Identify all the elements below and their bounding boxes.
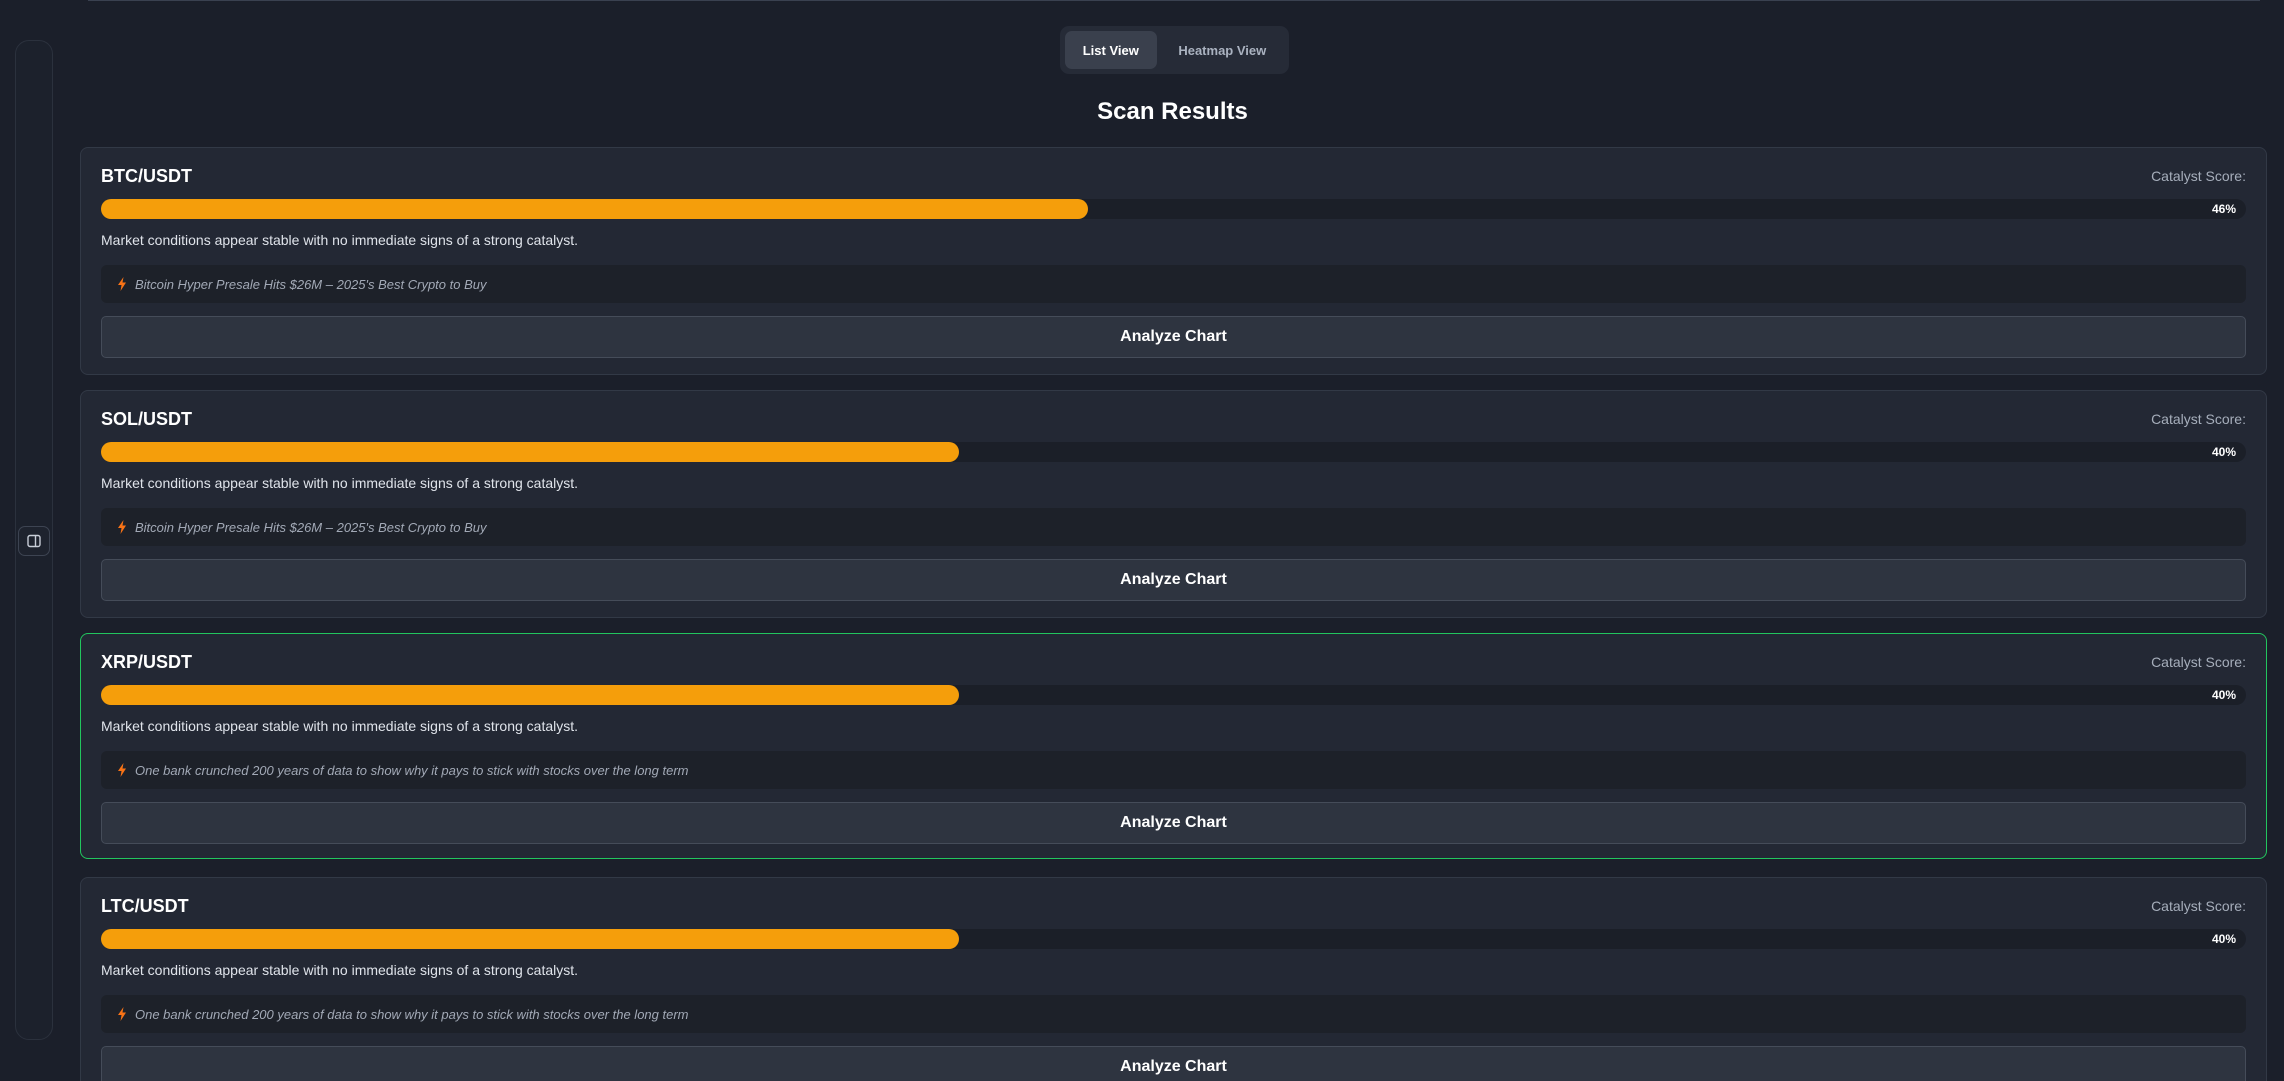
catalyst-score-percent: 40% [2211,688,2236,702]
result-card: SOL/USDT Catalyst Score: 40% Market cond… [80,390,2267,618]
news-headline-text: One bank crunched 200 years of data to s… [135,762,689,778]
sidebar [15,40,53,1040]
heatmap-view-tab[interactable]: Heatmap View [1161,31,1284,69]
pair-name: XRP/USDT [101,652,193,672]
top-divider [88,0,2260,1]
analyze-chart-button[interactable]: Analyze Chart [101,1046,2246,1081]
analyze-chart-button[interactable]: Analyze Chart [101,802,2246,844]
lightning-bolt-icon [118,277,126,291]
catalyst-score-percent: 40% [2211,445,2236,459]
lightning-bolt-icon [118,763,126,777]
pair-name: BTC/USDT [101,166,192,186]
result-card: LTC/USDT Catalyst Score: 40% Market cond… [80,877,2267,1081]
catalyst-score-fill [101,442,959,462]
page-title: Scan Results [1097,98,1248,125]
news-headline[interactable]: One bank crunched 200 years of data to s… [101,751,2246,789]
result-card: BTC/USDT Catalyst Score: 46% Market cond… [80,147,2267,375]
card-description: Market conditions appear stable with no … [101,232,579,248]
catalyst-score-label: Catalyst Score: [2151,168,2246,184]
pair-name: SOL/USDT [101,409,193,429]
catalyst-score-bar: 40% [101,929,2246,949]
catalyst-score-fill [101,199,1088,219]
pair-name: LTC/USDT [101,896,189,916]
lightning-bolt-icon [118,520,126,534]
catalyst-score-label: Catalyst Score: [2151,654,2246,670]
catalyst-score-bar: 40% [101,685,2246,705]
card-description: Market conditions appear stable with no … [101,962,579,978]
card-description: Market conditions appear stable with no … [101,718,579,734]
news-headline[interactable]: Bitcoin Hyper Presale Hits $26M – 2025's… [101,508,2246,546]
catalyst-score-label: Catalyst Score: [2151,411,2246,427]
catalyst-score-bar: 46% [101,199,2246,219]
news-headline-text: One bank crunched 200 years of data to s… [135,1006,689,1022]
catalyst-score-percent: 46% [2211,202,2236,216]
results-list: BTC/USDT Catalyst Score: 46% Market cond… [80,147,2267,1081]
catalyst-score-fill [101,685,959,705]
catalyst-score-bar: 40% [101,442,2246,462]
news-headline[interactable]: Bitcoin Hyper Presale Hits $26M – 2025's… [101,265,2246,303]
analyze-chart-button[interactable]: Analyze Chart [101,559,2246,601]
news-headline-text: Bitcoin Hyper Presale Hits $26M – 2025's… [135,519,487,535]
catalyst-score-fill [101,929,959,949]
list-view-tab[interactable]: List View [1065,31,1157,69]
sidebar-panel-icon [27,534,41,548]
catalyst-score-label: Catalyst Score: [2151,898,2246,914]
news-headline-text: Bitcoin Hyper Presale Hits $26M – 2025's… [135,276,487,292]
analyze-chart-button[interactable]: Analyze Chart [101,316,2246,358]
news-headline[interactable]: One bank crunched 200 years of data to s… [101,995,2246,1033]
lightning-bolt-icon [118,1007,126,1021]
catalyst-score-percent: 40% [2211,932,2236,946]
page: List View Heatmap View Scan Results BTC/… [0,0,2284,1081]
view-toggle: List View Heatmap View [1060,26,1289,74]
sidebar-toggle-button[interactable] [18,526,50,556]
result-card-selected: XRP/USDT Catalyst Score: 40% Market cond… [80,633,2267,859]
card-description: Market conditions appear stable with no … [101,475,579,491]
